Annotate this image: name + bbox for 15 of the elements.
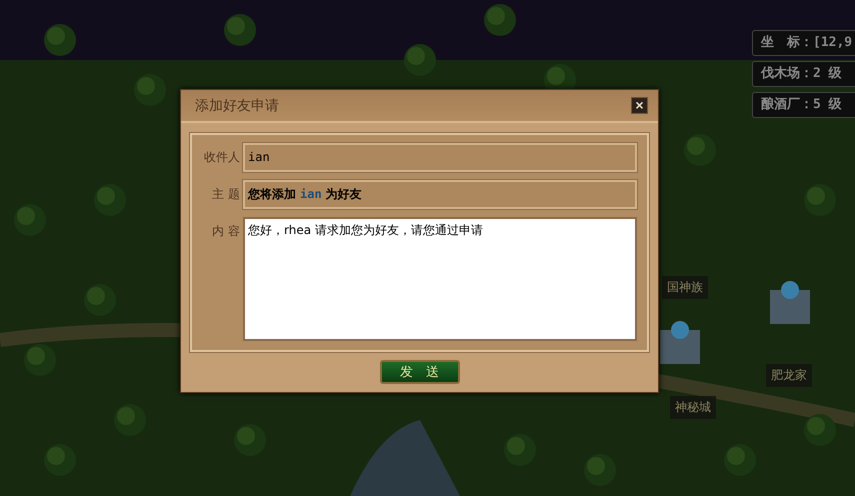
map-label[interactable]: 国神族 [662, 276, 708, 299]
map-label[interactable]: 肥龙家 [766, 364, 812, 387]
subject-field[interactable]: 您将添加 ian 为好友 [243, 180, 637, 209]
info-text: 酿酒厂：5 级 [752, 92, 855, 118]
send-button[interactable]: 发 送 [380, 360, 460, 384]
dialog-title: 添加好友申请 [195, 96, 279, 114]
info-text: 伐木场：2 级 [752, 61, 855, 87]
field-label: 内 容 [211, 223, 240, 240]
recipient-field[interactable]: ian [243, 143, 637, 172]
info-text: 坐 标：[12,9 [752, 30, 855, 56]
field-label: 主 题 [211, 186, 240, 203]
field-label: 收件人 [203, 149, 240, 166]
map-label[interactable]: 神秘城 [670, 396, 716, 419]
close-button[interactable]: × [631, 97, 648, 114]
message-field[interactable]: 您好，rhea 请求加您为好友，请您通过申请 [243, 217, 637, 341]
